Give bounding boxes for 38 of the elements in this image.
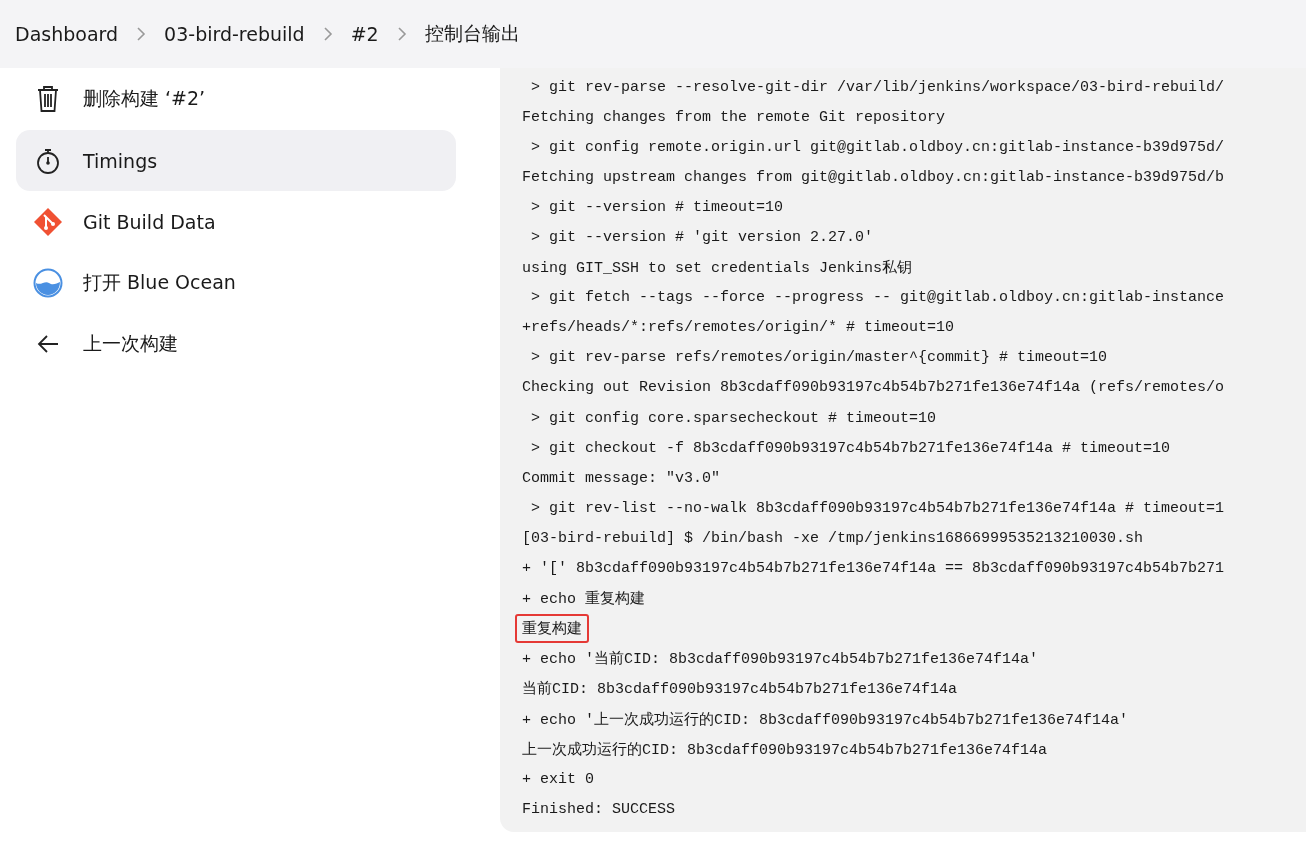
console-line: Checking out Revision 8b3cdaff090b93197c4b54b7b271fe136e74f14a (refs/remotes/o: [521, 378, 1226, 399]
breadcrumb-link[interactable]: Dashboard: [15, 23, 119, 45]
console-line: > git --version # 'git version 2.27.0': [530, 228, 875, 248]
console-line: > git rev-parse refs/remotes/origin/master^{commit} # timeout=10: [530, 348, 1109, 369]
console-line: 上一次成功运行的CID: 8b3cdaff090b93197c4b54b7b271fe136e74f14a: [521, 740, 1049, 761]
sidebar-item[interactable]: 上一次构建: [16, 313, 456, 374]
console-line: + exit 0: [521, 769, 595, 790]
console-line: + echo 重复构建: [521, 589, 646, 611]
console-line: 当前CID: 8b3cdaff090b93197c4b54b7b271fe136e74f14a: [521, 679, 959, 701]
console-line: + echo '上一次成功运行的CID: 8b3cdaff090b93197c4b54b7b271fe136e74f14a': [521, 710, 1130, 731]
sidebar-item[interactable]: Git Build Data: [16, 191, 456, 252]
console-line: Fetching upstream changes from git@gitlab.oldboy.cn:gitlab-instance-b39d975d/b: [521, 167, 1226, 188]
sidebar-item[interactable]: 删除构建 ‘#2’: [16, 68, 456, 130]
sidebar-item[interactable]: 打开 Blue Ocean: [16, 252, 456, 313]
console-line: using GIT_SSH to set credentials Jenkins私钥: [521, 259, 914, 280]
console-line: + echo '当前CID: 8b3cdaff090b93197c4b54b7b271fe136e74f14a': [521, 649, 1040, 671]
console-line: [03-bird-rebuild] $ /bin/bash -xe /tmp/jenkins16866999535213210030.sh: [521, 528, 1145, 549]
console-line: Finished: SUCCESS: [521, 799, 677, 820]
git-icon: [33, 206, 63, 237]
console-line: > git rev-parse --resolve-git-dir /var/lib/jenkins/workspace/03-bird-rebuild/: [530, 77, 1226, 98]
console-line: Commit message: "v3.0": [521, 468, 722, 489]
breadcrumb-link[interactable]: #2: [350, 23, 379, 45]
sidebar-item[interactable]: Timings: [16, 130, 456, 191]
console-line: +refs/heads/*:refs/remotes/origin/* # timeout=10: [521, 318, 956, 339]
console-line: > git --version # timeout=10: [530, 197, 785, 218]
console-line: Fetching changes from the remote Git repository: [521, 107, 947, 128]
console-line: > git config remote.origin.url git@gitlab.oldboy.cn:gitlab-instance-b39d975d/: [530, 137, 1226, 158]
console-line: > git rev-list --no-walk 8b3cdaff090b93197c4b54b7b271fe136e74f14a # timeout=1: [530, 498, 1226, 519]
console-line: > git fetch --tags --force --progress -- git@gitlab.oldboy.cn:gitlab-instance: [530, 288, 1226, 309]
ocean-circle-icon: [33, 267, 63, 298]
chevron-right-icon: [136, 26, 147, 42]
chevron-right-icon: [396, 26, 407, 42]
breadcrumb-link[interactable]: 03-bird-rebuild: [164, 23, 305, 45]
breadcrumb-link[interactable]: 控制台输出: [424, 21, 520, 47]
console-line: > git config core.sparsecheckout # timeout=10: [530, 408, 938, 429]
console-line: + '[' 8b3cdaff090b93197c4b54b7b271fe136e74f14a == 8b3cdaff090b93197c4b54b7b271: [521, 559, 1226, 580]
console-line: > git checkout -f 8b3cdaff090b93197c4b54b7b271fe136e74f14a # timeout=10: [530, 438, 1172, 459]
chevron-right-icon: [322, 26, 333, 42]
